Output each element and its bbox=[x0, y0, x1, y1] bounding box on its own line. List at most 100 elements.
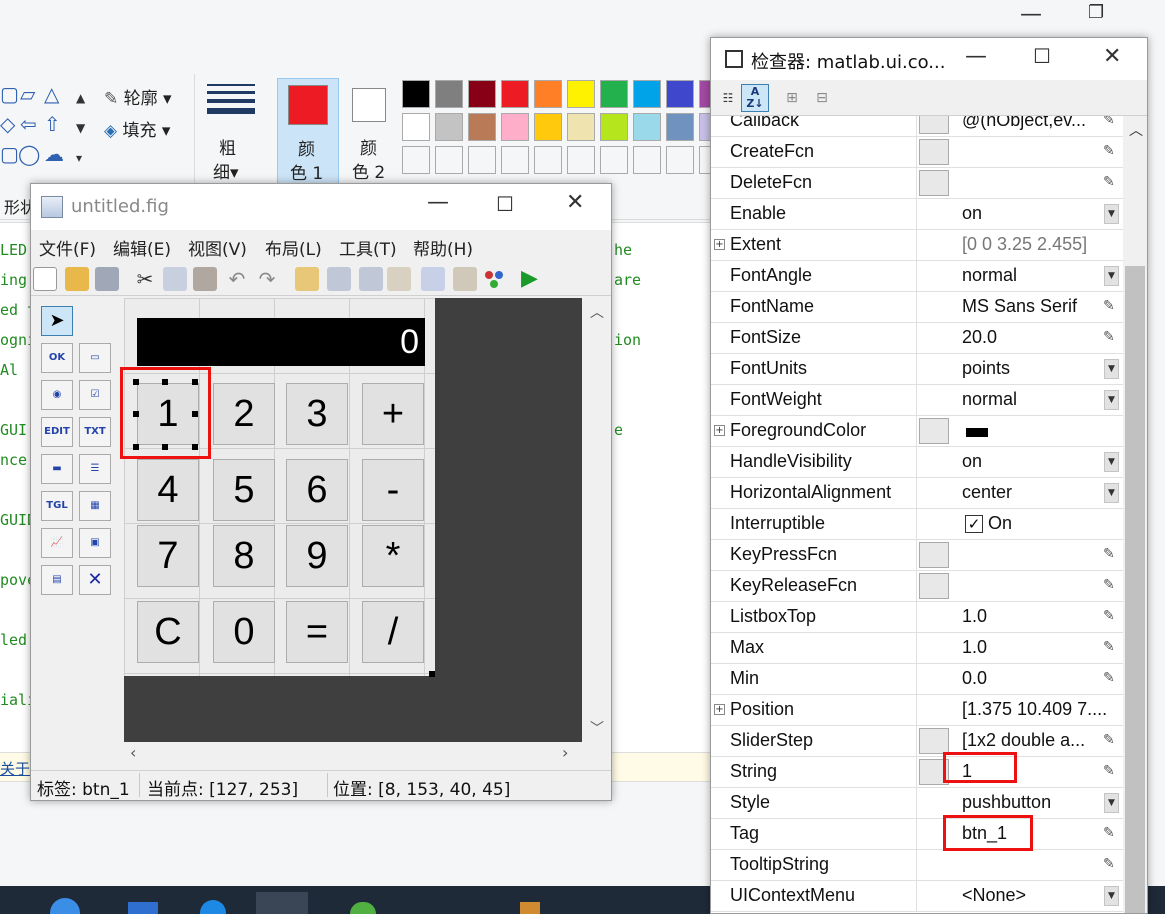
toggle-button-tool-icon[interactable]: TGL bbox=[41, 491, 73, 521]
palette-color[interactable] bbox=[534, 80, 562, 108]
menu-tools[interactable]: 工具(T) bbox=[339, 235, 397, 260]
property-editor-icon[interactable] bbox=[919, 542, 949, 568]
fill-button[interactable]: ◈ 填充 ▾ bbox=[104, 116, 170, 141]
expand-all-icon[interactable]: ⊞ bbox=[779, 85, 805, 111]
gallery-down-icon[interactable]: ▼ bbox=[76, 118, 85, 138]
callout-shape-icon[interactable]: ◯ bbox=[18, 144, 40, 164]
palette-color[interactable] bbox=[633, 80, 661, 108]
up-arrow-shape-icon[interactable]: ⇧ bbox=[44, 114, 61, 134]
property-row[interactable]: FontAngle normal ▼ bbox=[711, 261, 1123, 292]
pencil-icon[interactable]: ✎ bbox=[1103, 608, 1115, 624]
property-value[interactable]: points bbox=[962, 358, 1010, 379]
popup-menu-tool-icon[interactable]: ▬ bbox=[41, 454, 73, 484]
property-row[interactable]: DeleteFcn ✎ bbox=[711, 168, 1123, 199]
resize-handle[interactable] bbox=[162, 444, 168, 450]
scroll-right-icon[interactable]: › bbox=[562, 743, 568, 762]
dropdown-arrow-icon[interactable]: ▼ bbox=[1104, 793, 1119, 813]
property-row[interactable]: TooltipString ✎ bbox=[711, 850, 1123, 881]
minimize-icon[interactable]: — bbox=[427, 190, 449, 215]
property-row[interactable]: CreateFcn ✎ bbox=[711, 137, 1123, 168]
palette-color[interactable] bbox=[666, 80, 694, 108]
property-row[interactable]: UIContextMenu <None> ▼ bbox=[711, 881, 1123, 912]
menu-edit[interactable]: 编辑(E) bbox=[113, 235, 171, 260]
inspector-scrollbar[interactable]: ︿ bbox=[1123, 116, 1147, 913]
property-row[interactable]: Callback @(hObject,ev... ✎ bbox=[711, 116, 1123, 137]
select-tool-icon[interactable]: ➤ bbox=[41, 306, 73, 336]
triangle-shape-icon[interactable]: △ bbox=[44, 84, 59, 104]
calc-button[interactable]: / bbox=[362, 601, 424, 663]
align-icon[interactable] bbox=[295, 267, 319, 291]
cut-icon[interactable]: ✂ bbox=[133, 267, 157, 291]
property-value[interactable]: on bbox=[962, 203, 982, 224]
property-editor-icon[interactable] bbox=[919, 139, 949, 165]
dropdown-arrow-icon[interactable]: ▼ bbox=[1104, 266, 1119, 286]
expand-icon[interactable]: + bbox=[714, 704, 725, 715]
horizontal-scrollbar[interactable]: ‹ › bbox=[124, 742, 582, 766]
new-file-icon[interactable] bbox=[33, 267, 57, 291]
calc-button[interactable]: 6 bbox=[286, 459, 348, 521]
property-row[interactable]: HorizontalAlignment center ▼ bbox=[711, 478, 1123, 509]
resize-handle[interactable] bbox=[162, 379, 168, 385]
palette-color[interactable] bbox=[567, 146, 595, 174]
resize-handle[interactable] bbox=[133, 444, 139, 450]
rectangle-shape-icon[interactable]: ▢ bbox=[0, 84, 19, 104]
property-value[interactable]: 1.0 bbox=[962, 606, 987, 627]
taskbar-app-icon[interactable] bbox=[350, 902, 376, 914]
calc-button[interactable]: + bbox=[362, 383, 424, 445]
calc-button[interactable]: 3 bbox=[286, 383, 348, 445]
checkbox-tool-icon[interactable]: ☑ bbox=[79, 380, 111, 410]
scroll-left-icon[interactable]: ‹ bbox=[130, 743, 136, 762]
open-folder-icon[interactable] bbox=[65, 267, 89, 291]
pencil-icon[interactable]: ✎ bbox=[1103, 577, 1115, 593]
menu-help[interactable]: 帮助(H) bbox=[413, 235, 473, 260]
calc-button[interactable]: - bbox=[362, 459, 424, 521]
redo-icon[interactable]: ↷ bbox=[255, 267, 279, 291]
button-group-tool-icon[interactable]: ▤ bbox=[41, 565, 73, 595]
dropdown-arrow-icon[interactable]: ▼ bbox=[1104, 390, 1119, 410]
property-value[interactable]: MS Sans Serif bbox=[962, 296, 1077, 317]
calc-button[interactable]: 7 bbox=[137, 525, 199, 587]
palette-color[interactable] bbox=[435, 146, 463, 174]
menu-layout[interactable]: 布局(L) bbox=[265, 235, 322, 260]
scroll-down-icon[interactable]: ﹀ bbox=[590, 718, 604, 738]
palette-color[interactable] bbox=[435, 113, 463, 141]
property-value[interactable]: center bbox=[962, 482, 1012, 503]
property-editor-icon[interactable] bbox=[919, 116, 949, 134]
tab-order-icon[interactable] bbox=[359, 267, 383, 291]
radio-button-tool-icon[interactable]: ◉ bbox=[41, 380, 73, 410]
resize-handle[interactable] bbox=[192, 444, 198, 450]
palette-color[interactable] bbox=[567, 80, 595, 108]
table-tool-icon[interactable]: ▦ bbox=[79, 491, 111, 521]
pencil-icon[interactable]: ✎ bbox=[1103, 116, 1115, 128]
gallery-more-icon[interactable]: ▾ bbox=[76, 148, 82, 168]
pencil-icon[interactable]: ✎ bbox=[1103, 670, 1115, 686]
property-row[interactable]: Style pushbutton ▼ bbox=[711, 788, 1123, 819]
property-value[interactable]: pushbutton bbox=[962, 792, 1051, 813]
palette-color[interactable] bbox=[501, 113, 529, 141]
calc-button[interactable]: 5 bbox=[213, 459, 275, 521]
palette-color[interactable] bbox=[600, 146, 628, 174]
resize-handle[interactable] bbox=[133, 379, 139, 385]
property-value[interactable]: normal bbox=[962, 389, 1017, 410]
edit-text-tool-icon[interactable]: EDIT bbox=[41, 417, 73, 447]
taskbar-app-icon[interactable] bbox=[50, 898, 80, 914]
resize-handle[interactable] bbox=[192, 379, 198, 385]
rounded-rect-shape-icon[interactable]: ▢ bbox=[0, 144, 19, 164]
categorize-icon[interactable]: ☷ bbox=[715, 85, 741, 111]
palette-color[interactable] bbox=[600, 113, 628, 141]
palette-color[interactable] bbox=[501, 80, 529, 108]
property-value[interactable]: on bbox=[962, 451, 982, 472]
taskbar-app-icon[interactable] bbox=[256, 892, 308, 914]
palette-color[interactable] bbox=[468, 113, 496, 141]
resize-handle[interactable] bbox=[133, 411, 139, 417]
palette-color[interactable] bbox=[501, 146, 529, 174]
property-row[interactable]: ListboxTop 1.0 ✎ bbox=[711, 602, 1123, 633]
close-icon[interactable]: ✕ bbox=[566, 190, 584, 215]
sort-alphabetical-icon[interactable]: A Z↓ bbox=[741, 84, 769, 112]
axes-tool-icon[interactable]: 📈 bbox=[41, 528, 73, 558]
calc-button[interactable]: 2 bbox=[213, 383, 275, 445]
property-row[interactable]: Tag btn_1 ✎ bbox=[711, 819, 1123, 850]
expand-icon[interactable]: + bbox=[714, 239, 725, 250]
palette-color[interactable] bbox=[666, 146, 694, 174]
menu-view[interactable]: 视图(V) bbox=[188, 235, 247, 260]
